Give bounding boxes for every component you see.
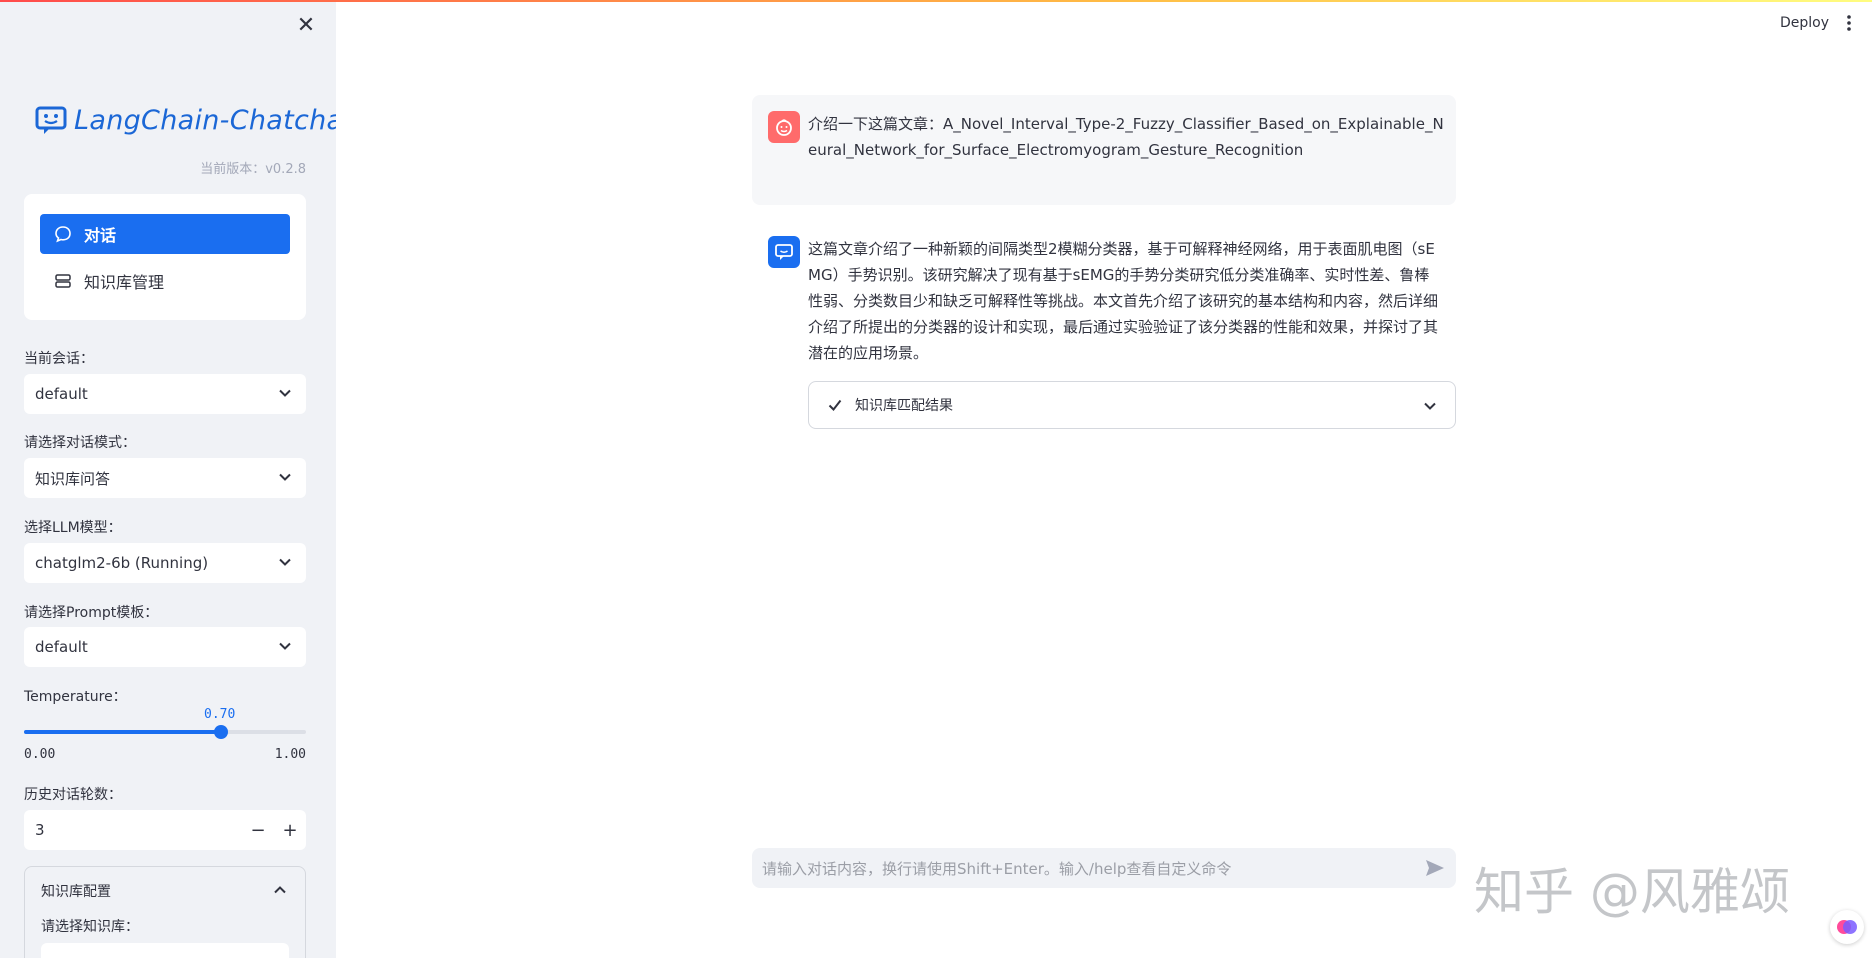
chat-input-placeholder: 请输入对话内容，换行请使用Shift+Enter。输入/help查看自定义命令 bbox=[762, 859, 1232, 878]
kb-config-header[interactable]: 知识库配置 bbox=[41, 881, 111, 901]
conversation-select[interactable]: default bbox=[24, 374, 306, 414]
conversation-label: 当前会话： bbox=[24, 351, 94, 367]
select-value: default bbox=[35, 638, 88, 656]
chevron-down-icon bbox=[1424, 402, 1436, 410]
nav-item-label: 知识库管理 bbox=[84, 273, 165, 292]
prompt-template-label: 请选择Prompt模板： bbox=[24, 605, 159, 621]
app-logo: LangChain-Chatchat bbox=[34, 100, 336, 140]
slider-thumb[interactable] bbox=[214, 725, 229, 739]
chevron-down-icon bbox=[279, 642, 291, 650]
logo-text: LangChain-Chatchat bbox=[74, 104, 336, 136]
check-icon bbox=[828, 399, 842, 412]
chat-bubble-icon bbox=[55, 226, 71, 243]
user-avatar bbox=[768, 111, 800, 143]
kb-match-results-expander[interactable]: 知识库匹配结果 bbox=[808, 381, 1456, 429]
dialog-mode-select[interactable]: 知识库问答 bbox=[24, 458, 306, 498]
streamlit-badge[interactable] bbox=[1830, 910, 1864, 944]
chevron-down-icon bbox=[279, 389, 291, 397]
llm-model-label: 选择LLM模型： bbox=[24, 520, 122, 536]
select-value: 知识库问答 bbox=[35, 469, 111, 488]
user-message: 介绍一下这篇文章：A_Novel_Interval_Type-2_Fuzzy_C… bbox=[752, 95, 1456, 205]
database-icon bbox=[55, 274, 71, 288]
chat-logo-icon bbox=[35, 106, 67, 134]
temperature-slider[interactable] bbox=[24, 725, 306, 739]
chevron-down-icon bbox=[279, 473, 291, 481]
user-message-text: 介绍一下这篇文章：A_Novel_Interval_Type-2_Fuzzy_C… bbox=[808, 115, 1444, 159]
more-options-icon[interactable] bbox=[1842, 12, 1856, 34]
kb-select-label: 请选择知识库： bbox=[41, 919, 139, 935]
version-text: 当前版本：v0.2.8 bbox=[200, 162, 306, 177]
assistant-message-text: 这篇文章介绍了一种新颖的间隔类型2模糊分类器，基于可解释神经网络，用于表面肌电图… bbox=[808, 240, 1439, 362]
temperature-label: Temperature： bbox=[24, 689, 127, 705]
assistant-chat-icon bbox=[775, 244, 793, 260]
top-decoration-stripe bbox=[0, 0, 1872, 2]
nav-item-label: 对话 bbox=[84, 226, 117, 245]
prompt-template-select[interactable]: default bbox=[24, 627, 306, 667]
kb-select[interactable] bbox=[41, 943, 289, 958]
increment-button[interactable]: + bbox=[274, 820, 306, 841]
close-sidebar-button[interactable]: ✕ bbox=[296, 14, 316, 38]
llm-model-select[interactable]: chatglm2-6b (Running) bbox=[24, 543, 306, 583]
nav-item-chat[interactable]: 对话 bbox=[40, 214, 290, 254]
history-turns-value[interactable]: 3 bbox=[24, 821, 242, 839]
nav-menu: 对话 知识库管理 bbox=[24, 194, 306, 320]
history-turns-stepper[interactable]: 3 − + bbox=[24, 810, 306, 850]
close-icon: ✕ bbox=[296, 13, 316, 38]
send-icon[interactable] bbox=[1424, 857, 1446, 879]
slider-max-label: 1.00 bbox=[274, 747, 306, 762]
chevron-down-icon bbox=[279, 558, 291, 566]
select-value: chatglm2-6b (Running) bbox=[35, 554, 209, 572]
kb-config-expander: 知识库配置 请选择知识库： bbox=[24, 866, 306, 958]
history-turns-label: 历史对话轮数： bbox=[24, 787, 122, 803]
kb-match-results-label: 知识库匹配结果 bbox=[855, 398, 953, 414]
assistant-avatar bbox=[768, 236, 800, 268]
chevron-up-icon[interactable] bbox=[273, 883, 287, 897]
brain-icon bbox=[1837, 920, 1857, 934]
select-value: default bbox=[35, 385, 88, 403]
nav-item-kb-management[interactable]: 知识库管理 bbox=[40, 261, 290, 301]
dialog-mode-label: 请选择对话模式： bbox=[24, 435, 136, 451]
sidebar: ✕ LangChain-Chatchat 当前版本：v0.2.8 对话 知识库管… bbox=[0, 0, 336, 958]
slider-min-label: 0.00 bbox=[24, 747, 56, 762]
temperature-value: 0.70 bbox=[204, 707, 236, 722]
chat-input[interactable]: 请输入对话内容，换行请使用Shift+Enter。输入/help查看自定义命令 bbox=[752, 848, 1456, 888]
deploy-button[interactable]: Deploy bbox=[1780, 15, 1829, 31]
watermark: 知乎 @风雅颂 bbox=[1474, 863, 1790, 921]
user-face-icon bbox=[776, 119, 792, 136]
slider-fill bbox=[24, 730, 222, 734]
decrement-button[interactable]: − bbox=[242, 820, 274, 841]
